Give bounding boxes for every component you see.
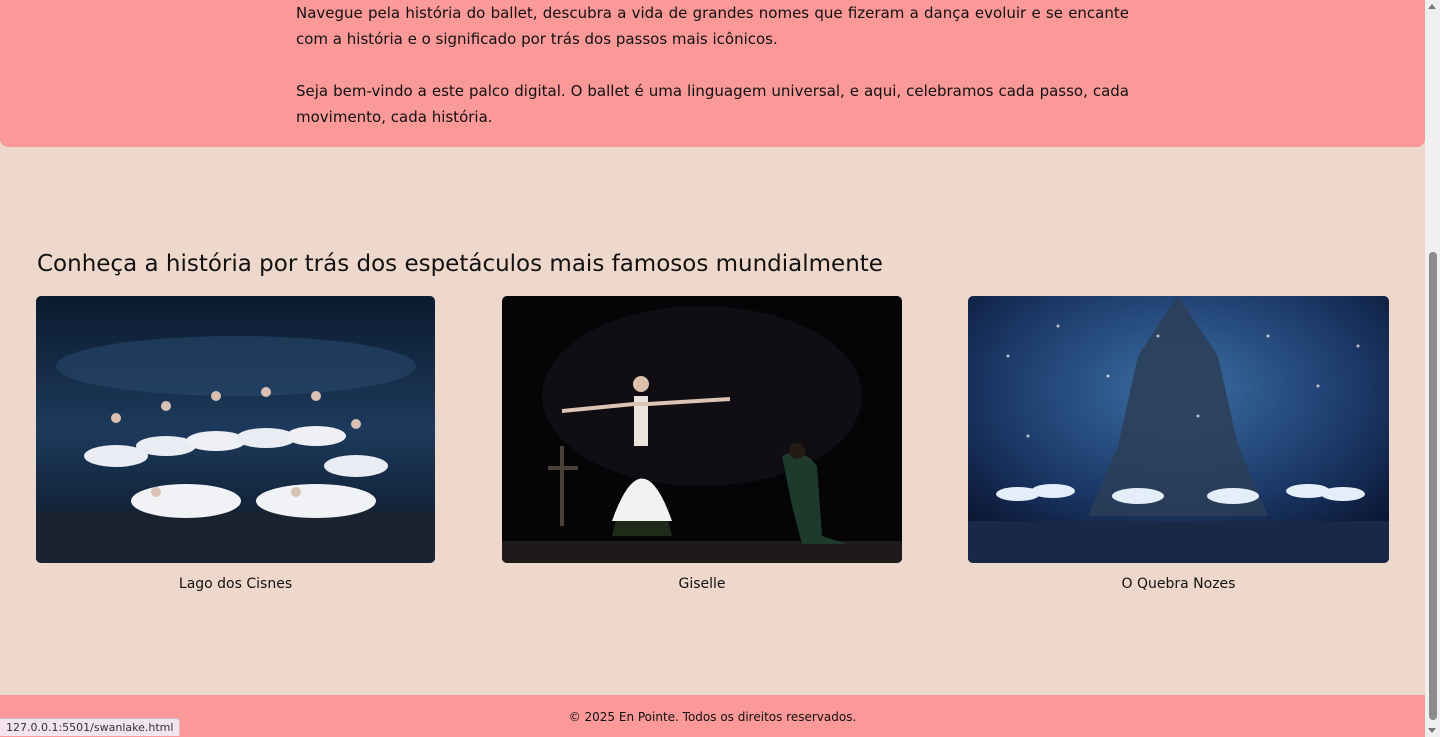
- card-giselle[interactable]: Giselle: [502, 296, 902, 592]
- status-bar-url: 127.0.0.1:5501/swanlake.html: [0, 718, 181, 736]
- card-nutcracker[interactable]: O Quebra Nozes: [968, 296, 1389, 592]
- scroll-up-arrow-icon[interactable]: [1428, 4, 1436, 9]
- intro-banner: Navegue pela história do ballet, descubr…: [0, 0, 1425, 147]
- footer: © 2025 En Pointe. Todos os direitos rese…: [0, 695, 1425, 737]
- swan-lake-photo[interactable]: [36, 296, 435, 563]
- footer-copyright: © 2025 En Pointe. Todos os direitos rese…: [568, 710, 857, 724]
- intro-paragraph-2: Seja bem-vindo a este palco digital. O b…: [296, 82, 1129, 126]
- card-caption[interactable]: O Quebra Nozes: [968, 576, 1389, 592]
- vertical-scrollbar[interactable]: [1425, 0, 1440, 737]
- section-title: Conheça a história por trás dos espetácu…: [37, 251, 883, 277]
- card-caption[interactable]: Giselle: [502, 576, 902, 592]
- card-swan-lake[interactable]: Lago dos Cisnes: [36, 296, 435, 592]
- scrollbar-thumb[interactable]: [1429, 252, 1437, 720]
- scroll-down-arrow-icon[interactable]: [1428, 728, 1436, 733]
- intro-paragraph-1: Navegue pela história do ballet, descubr…: [296, 4, 1129, 48]
- card-caption[interactable]: Lago dos Cisnes: [36, 576, 435, 592]
- nutcracker-photo[interactable]: [968, 296, 1389, 563]
- giselle-photo[interactable]: [502, 296, 902, 563]
